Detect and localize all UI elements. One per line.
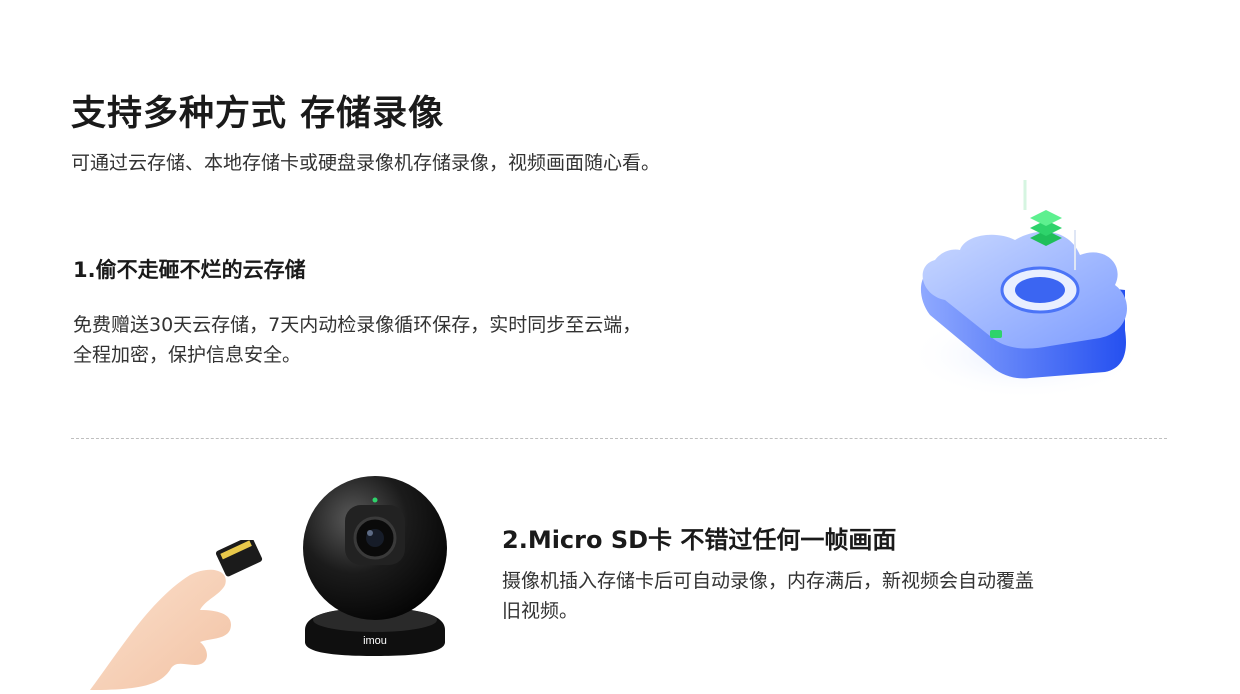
imou-camera-image: imou bbox=[290, 470, 460, 660]
cloud-storage-description: 免费赠送30天云存储，7天内动检录像循环保存，实时同步至云端， 全程加密，保护信… bbox=[73, 310, 753, 370]
camera-brand-logo: imou bbox=[363, 635, 387, 647]
cloud-storage-illustration bbox=[900, 150, 1150, 410]
sd-description-line-2: 旧视频。 bbox=[502, 600, 579, 622]
cloud-description-line-1: 免费赠送30天云存储，7天内动检录像循环保存，实时同步至云端， bbox=[73, 314, 642, 336]
cloud-storage-title: 1.偷不走砸不烂的云存储 bbox=[73, 258, 306, 282]
hand-holding-sd-card-image bbox=[80, 536, 280, 690]
sd-description-line-1: 摄像机插入存储卡后可自动录像，内存满后，新视频会自动覆盖 bbox=[502, 570, 1035, 592]
page-title: 支持多种方式 存储录像 bbox=[71, 94, 445, 134]
sd-card-title: 2.Micro SD卡 不错过任何一帧画面 bbox=[502, 526, 897, 554]
page-subtitle: 可通过云存储、本地存储卡或硬盘录像机存储录像，视频画面随心看。 bbox=[71, 152, 661, 174]
section-divider bbox=[71, 438, 1167, 439]
sd-card-description: 摄像机插入存储卡后可自动录像，内存满后，新视频会自动覆盖 旧视频。 bbox=[502, 566, 1122, 626]
cloud-description-line-2: 全程加密，保护信息安全。 bbox=[73, 344, 302, 366]
